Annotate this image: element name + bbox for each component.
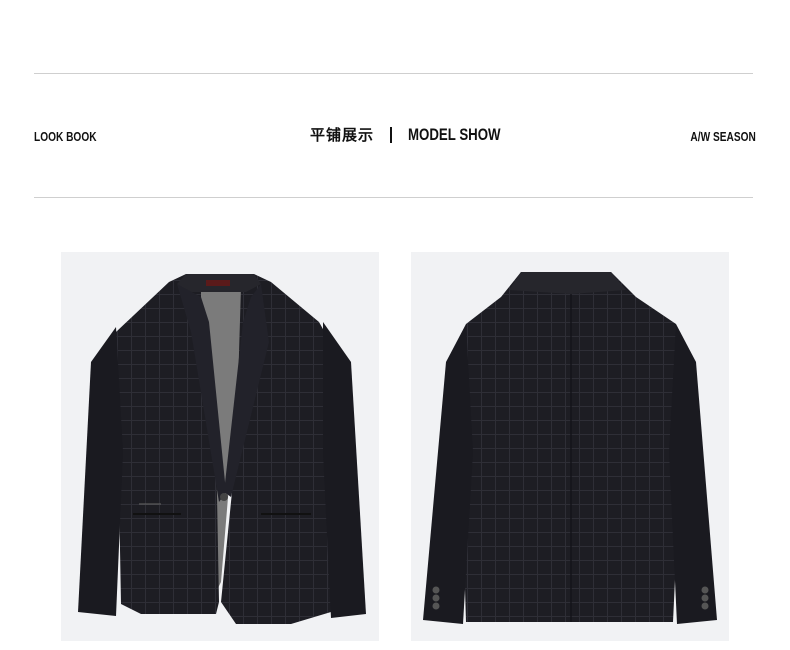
section-title-en: MODEL SHOW: [408, 125, 501, 144]
section-title: 平铺展示 MODEL SHOW: [310, 125, 527, 145]
header-bottom-divider: [34, 197, 753, 198]
season-label: A/W SEASON: [690, 129, 756, 144]
look-book-label: LOOK BOOK: [34, 129, 97, 144]
section-title-cn: 平铺展示: [310, 126, 375, 144]
title-separator: [390, 127, 393, 143]
blazer-back-photo: [411, 252, 729, 641]
blazer-front-photo: [61, 252, 379, 641]
header-top-divider: [34, 73, 753, 74]
